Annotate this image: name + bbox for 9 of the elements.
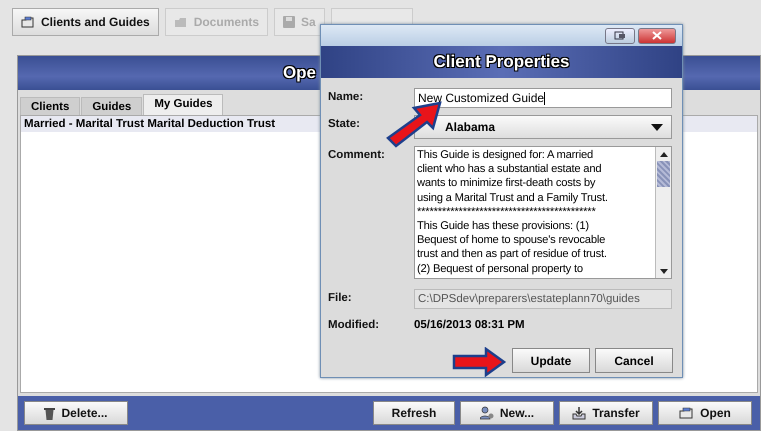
field-label: Comment: xyxy=(328,148,386,163)
file-field: C:\DPSdev\preparers\estateplann70\guides xyxy=(414,289,672,309)
field-label: Modified: xyxy=(328,318,380,331)
field-label: File: xyxy=(328,291,353,306)
dialog-title: Client Properties xyxy=(433,52,570,72)
field-label: Name: xyxy=(328,90,364,105)
panel-title: Ope xyxy=(282,63,316,83)
field-label: State: xyxy=(328,117,361,132)
modified-date: 05/16/2013 08:31 PM xyxy=(414,318,526,331)
